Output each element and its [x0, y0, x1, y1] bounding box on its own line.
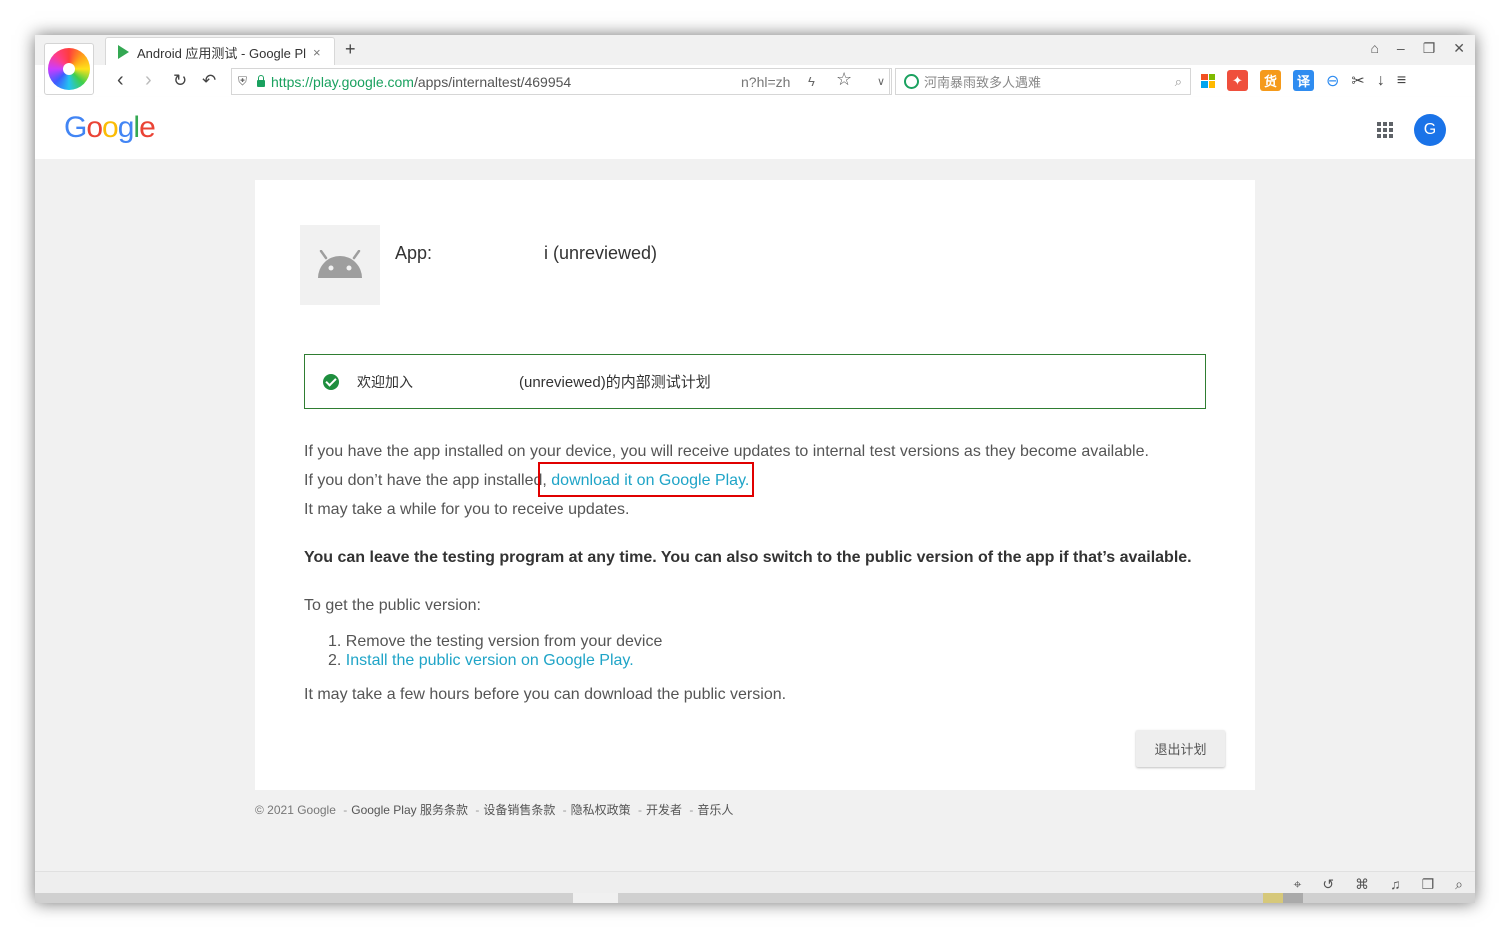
final-note: It may take a few hours before you can d…: [304, 686, 787, 703]
scissors-icon[interactable]: ✂: [1351, 71, 1364, 91]
browser-toolbar: ‹ › ↻ ↶ ⛨ https://play.google.com/apps/i…: [35, 65, 1475, 98]
refresh-icon[interactable]: ↺: [1322, 876, 1334, 893]
highlight-box: [538, 462, 754, 497]
game-icon[interactable]: ✦: [1227, 70, 1248, 91]
google-header: Google G: [35, 97, 1475, 159]
close-window-icon[interactable]: ✕: [1453, 40, 1465, 57]
back-icon[interactable]: ‹: [117, 69, 124, 92]
menu-icon[interactable]: ≡: [1397, 72, 1406, 90]
shield-icon: ⛨: [238, 74, 248, 88]
tab-title: Android 应用测试 - Google Pl: [137, 45, 307, 61]
forward-icon[interactable]: ›: [145, 69, 152, 92]
lock-icon: [257, 75, 266, 87]
address-dropdown-icon[interactable]: ∨: [871, 68, 892, 95]
toolbar-icons: ✦ 货 译 ⊖ ✂ ↓ ≡: [1201, 70, 1406, 91]
window-controls: ⌂ – ❐ ✕: [1370, 40, 1465, 57]
volume-icon[interactable]: ♫: [1390, 876, 1401, 893]
info-line-1: If you have the app installed on your de…: [304, 443, 1149, 460]
minimize-icon[interactable]: –: [1397, 40, 1405, 57]
page-footer: © 2021 Google - Google Play 服务条款 - 设备销售条款 …: [255, 803, 734, 817]
apps-grid-icon[interactable]: [1377, 122, 1393, 138]
tab-android-testing[interactable]: Android 应用测试 - Google Pl ×: [105, 37, 335, 66]
android-icon: [318, 250, 362, 278]
public-heading: To get the public version:: [304, 597, 481, 614]
undo-icon[interactable]: ↶: [202, 71, 216, 91]
taskbar-strip: [35, 893, 1475, 903]
step-1: 1. Remove the testing version from your …: [328, 633, 663, 650]
leave-notice: You can leave the testing program at any…: [304, 549, 1192, 566]
trash-icon[interactable]: ⌘: [1355, 876, 1369, 893]
check-circle-icon: [323, 373, 339, 390]
new-tab-button[interactable]: +: [345, 39, 356, 60]
app-name: i (unreviewed): [544, 243, 658, 263]
search-icon[interactable]: ⌕: [1175, 74, 1182, 90]
bookmark-star-icon[interactable]: ☆: [836, 69, 852, 90]
testing-card: App: i (unreviewed) 欢迎加入 (unreviewed)的内部…: [255, 180, 1255, 790]
tab-close-icon[interactable]: ×: [313, 45, 321, 60]
search-engine-icon: [904, 74, 919, 89]
footer-link-terms[interactable]: Google Play 服务条款: [351, 803, 468, 817]
skin-icon[interactable]: ⌂: [1370, 40, 1378, 57]
ms-grid-icon[interactable]: [1201, 73, 1215, 88]
lightning-icon[interactable]: ϟ: [808, 74, 815, 89]
shopping-icon[interactable]: 货: [1260, 70, 1281, 91]
footer-link-privacy[interactable]: 隐私权政策: [571, 803, 631, 817]
address-query: n?hl=zh: [741, 73, 791, 90]
welcome-notice: 欢迎加入 (unreviewed)的内部测试计划: [304, 354, 1206, 409]
address-bar[interactable]: ⛨ https://play.google.com/apps/internalt…: [231, 68, 890, 95]
window-icon[interactable]: ❐: [1422, 876, 1435, 893]
google-logo[interactable]: Google: [64, 111, 156, 145]
step-2: 2. Install the public version on Google …: [328, 652, 634, 669]
address-url: https://play.google.com/apps/internaltes…: [271, 73, 572, 90]
maximize-icon[interactable]: ❐: [1423, 40, 1436, 57]
leave-program-button[interactable]: 退出计划: [1136, 730, 1225, 767]
browser-logo-icon[interactable]: [44, 43, 94, 95]
status-icons: ⌖ ↺ ⌘ ♫ ❐ ⌕: [1293, 876, 1463, 893]
footer-link-developers[interactable]: 开发者: [646, 803, 682, 817]
search-input[interactable]: 河南暴雨致多人遇难: [924, 72, 1041, 91]
app-label: App:: [395, 243, 433, 263]
account-avatar[interactable]: G: [1414, 114, 1446, 146]
info-line-3: It may take a while for you to receive u…: [304, 501, 630, 518]
notice-suffix: (unreviewed)的内部测试计划: [519, 374, 711, 391]
search-box[interactable]: 河南暴雨致多人遇难 ⌕: [895, 68, 1191, 95]
app-thumbnail: [300, 225, 380, 305]
footer-copyright: © 2021 Google: [255, 803, 336, 817]
zoom-icon[interactable]: ⊖: [1326, 71, 1339, 91]
notice-prefix: 欢迎加入: [357, 373, 413, 390]
public-steps: 1. Remove the testing version from your …: [328, 632, 662, 670]
reload-icon[interactable]: ↻: [173, 71, 187, 91]
google-play-icon: [118, 45, 129, 59]
translate-icon[interactable]: 译: [1293, 70, 1314, 91]
install-public-link[interactable]: Install the public version on Google Pla…: [346, 652, 634, 669]
pin-icon[interactable]: ⌖: [1293, 876, 1301, 893]
search-icon[interactable]: ⌕: [1455, 876, 1463, 893]
page-body: App: i (unreviewed) 欢迎加入 (unreviewed)的内部…: [35, 159, 1475, 871]
download-icon[interactable]: ↓: [1377, 72, 1385, 90]
footer-link-device-terms[interactable]: 设备销售条款: [483, 803, 555, 817]
browser-window: Android 应用测试 - Google Pl × + ⌂ – ❐ ✕ ‹ ›…: [35, 35, 1475, 903]
footer-link-artists[interactable]: 音乐人: [697, 803, 733, 817]
tab-strip: Android 应用测试 - Google Pl × + ⌂ – ❐ ✕: [35, 35, 1475, 95]
